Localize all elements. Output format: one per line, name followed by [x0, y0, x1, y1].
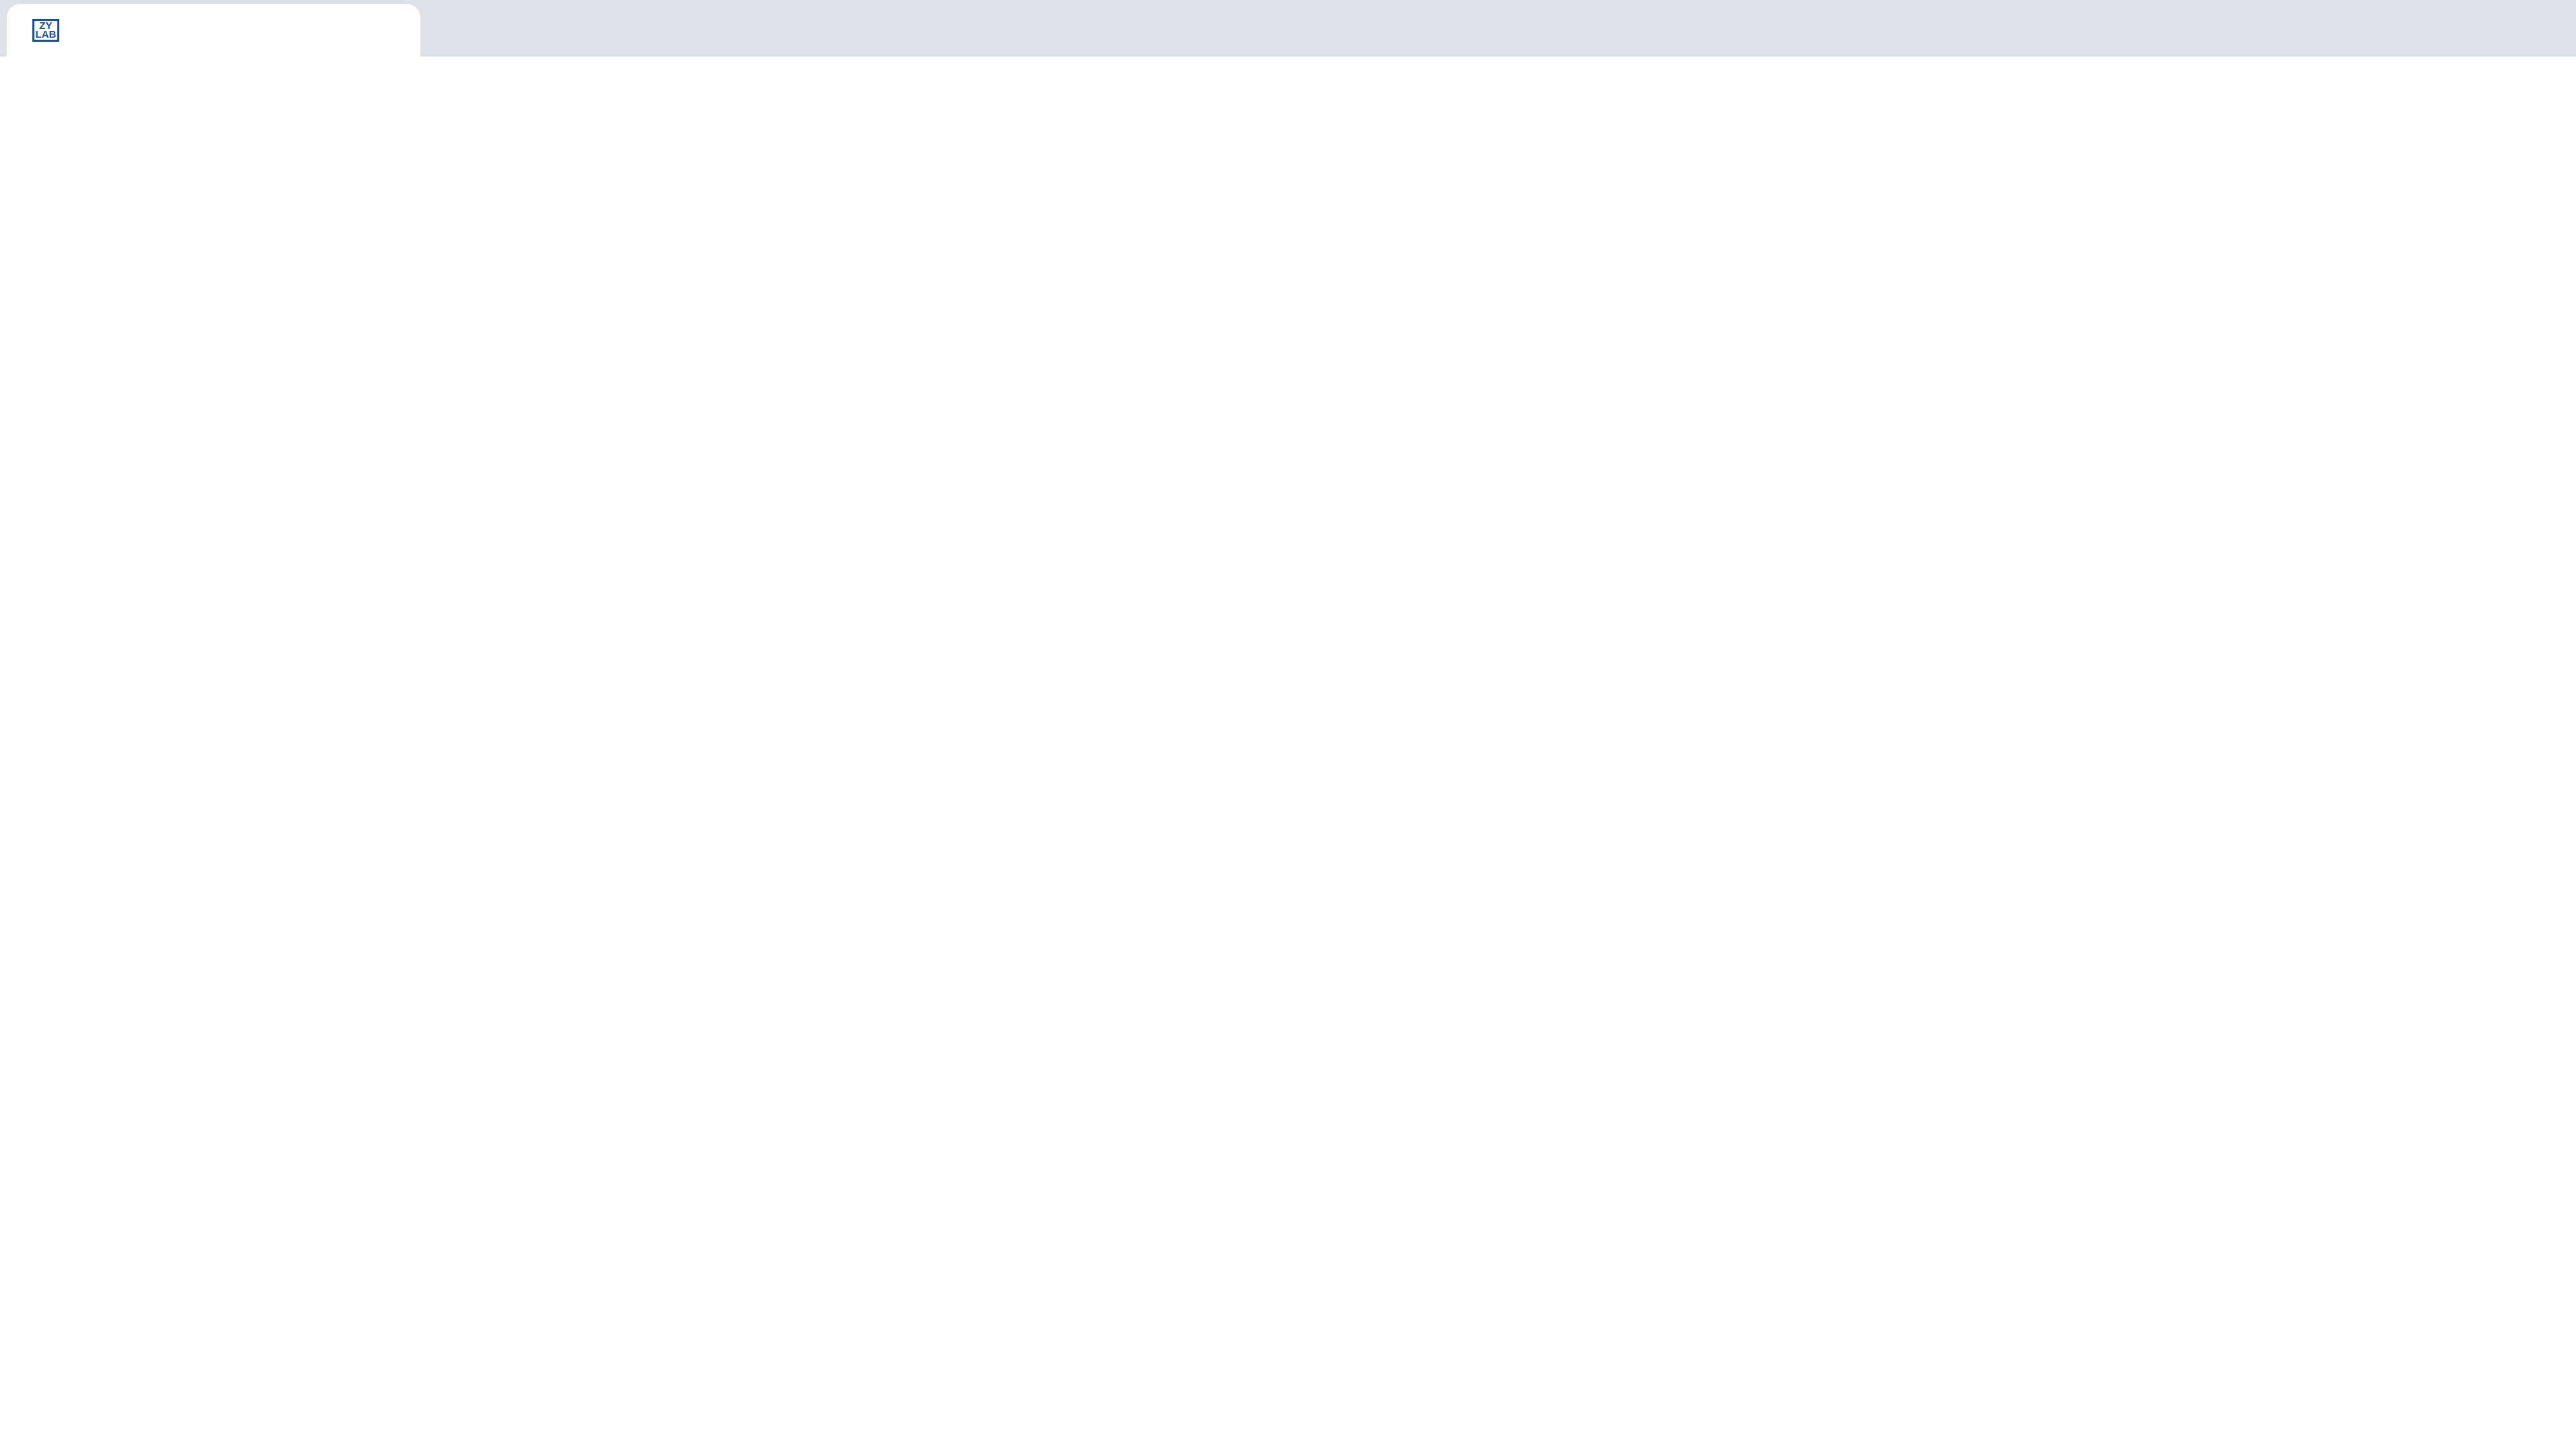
browser-tab-strip: ZY LAB [0, 0, 2576, 57]
browser-tab[interactable]: ZY LAB [7, 4, 420, 57]
favicon-icon: ZY LAB [32, 19, 59, 42]
